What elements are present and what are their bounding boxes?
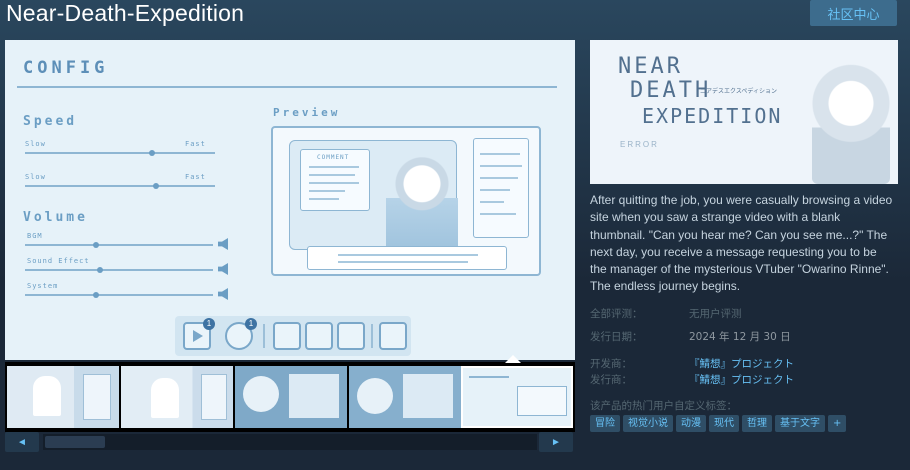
preview-stream-area: COMMENT xyxy=(289,140,458,251)
header-capsule-image: NEAR DEATH EXPEDITION ニアデスエクスペディション ERRO… xyxy=(590,40,898,184)
volume-heading: Volume xyxy=(23,210,88,225)
reviews-label: 全部评测： xyxy=(590,308,643,320)
config-title: CONFIG xyxy=(23,58,109,78)
bgm-label: BGM xyxy=(27,232,43,240)
developer-link[interactable]: 『鯖想』プロジェクト xyxy=(689,356,794,371)
publisher-label: 发行商： xyxy=(590,374,632,386)
slider-knob xyxy=(149,150,155,156)
speaker-icon xyxy=(218,238,228,250)
list-icon xyxy=(273,322,301,350)
thumbnail-scrollbar[interactable]: ◄ ► xyxy=(5,432,575,452)
speed-slow-label-2: Slow xyxy=(25,173,46,181)
speed-slider-1 xyxy=(25,150,215,156)
menu-line xyxy=(480,153,520,155)
tag-adventure[interactable]: 冒险 xyxy=(590,415,620,432)
subtitle-line xyxy=(338,254,478,256)
chat-badge: 1 xyxy=(245,318,257,330)
preview-window: COMMENT xyxy=(271,126,541,276)
tag-anime[interactable]: 动漫 xyxy=(676,415,706,432)
thumbnail-1[interactable] xyxy=(7,366,119,428)
menu-icon xyxy=(379,322,407,350)
release-date: 2024 年 12 月 30 日 xyxy=(689,331,791,343)
system-label: System xyxy=(27,282,59,290)
speed-heading: Speed xyxy=(23,114,78,129)
logo-line-1: NEAR xyxy=(618,54,683,79)
game-title: Near-Death-Expedition xyxy=(6,0,245,26)
slider-knob xyxy=(153,183,159,189)
speaker-icon xyxy=(218,288,228,300)
selected-thumbnail-pointer xyxy=(505,355,521,363)
tag-modern[interactable]: 现代 xyxy=(709,415,739,432)
slider-knob xyxy=(97,267,103,273)
thumbnail-4[interactable] xyxy=(349,366,461,428)
play-badge: 1 xyxy=(203,318,215,330)
publisher-link[interactable]: 『鯖想』プロジェクト xyxy=(689,372,794,387)
menu-line xyxy=(480,177,518,179)
slider-knob xyxy=(93,242,99,248)
menu-line xyxy=(480,165,522,167)
tag-philosophical[interactable]: 哲理 xyxy=(742,415,772,432)
comment-panel: COMMENT xyxy=(300,149,370,211)
release-label: 发行日期： xyxy=(590,331,643,343)
comment-label: COMMENT xyxy=(317,154,350,161)
main-screenshot[interactable]: CONFIG Speed Slow Fast Slow Fast Volume … xyxy=(5,40,575,360)
thumbnail-2[interactable] xyxy=(121,366,233,428)
chat-icon: 1 xyxy=(225,318,257,350)
chevron-up-icon xyxy=(305,322,333,350)
config-divider xyxy=(17,86,557,88)
thumbnail-5-selected[interactable] xyxy=(461,366,573,428)
preview-side-menu xyxy=(473,138,529,238)
tag-text-based[interactable]: 基于文字 xyxy=(775,415,825,432)
speed-slow-label: Slow xyxy=(25,140,46,148)
game-logo: NEAR DEATH EXPEDITION ニアデスエクスペディション xyxy=(594,54,790,144)
tag-visual-novel[interactable]: 视觉小说 xyxy=(623,415,673,432)
play-icon: 1 xyxy=(183,318,215,350)
thumbnail-strip xyxy=(5,362,575,432)
toolbar-separator xyxy=(263,324,265,348)
speed-slider-2 xyxy=(25,183,215,189)
menu-line xyxy=(480,213,516,215)
comment-line xyxy=(309,174,355,176)
comment-line xyxy=(309,190,345,192)
toolbar-separator xyxy=(371,324,373,348)
game-description: After quitting the job, you were casuall… xyxy=(590,193,893,294)
add-tag-button[interactable]: + xyxy=(828,415,847,432)
community-hub-button[interactable]: 社区中心 xyxy=(810,0,897,26)
menu-line xyxy=(480,189,510,191)
developer-label: 开发商： xyxy=(590,358,632,370)
logo-line-3: EXPEDITION xyxy=(642,104,783,128)
system-slider xyxy=(25,292,213,298)
logo-subtext: ニアデスエクスペディション xyxy=(700,89,777,95)
slider-knob xyxy=(93,292,99,298)
vtuber-character-art xyxy=(812,58,890,184)
chevron-down-icon xyxy=(337,322,365,350)
scroll-left-button[interactable]: ◄ xyxy=(5,432,39,452)
preview-heading: Preview xyxy=(273,106,341,119)
tags-label: 该产品的热门用户自定义标签： xyxy=(590,400,737,412)
scroll-track[interactable] xyxy=(43,434,537,450)
sound-effect-label: Sound Effect xyxy=(27,257,90,265)
comment-line xyxy=(309,166,359,168)
comment-line xyxy=(309,182,359,184)
reviews-value: 无用户评测 xyxy=(689,308,742,320)
vtuber-character-image xyxy=(386,155,458,251)
preview-subtitle-bar xyxy=(307,246,507,270)
tag-list: 冒险 视觉小说 动漫 现代 哲理 基于文字 + xyxy=(590,415,847,433)
thumbnail-3[interactable] xyxy=(235,366,347,428)
bgm-slider xyxy=(25,242,213,248)
subtitle-line xyxy=(338,261,468,263)
error-label: ERROR xyxy=(620,140,659,149)
speed-fast-label-2: Fast xyxy=(185,173,206,181)
speed-fast-label: Fast xyxy=(185,140,206,148)
speaker-icon xyxy=(218,263,228,275)
scroll-thumb[interactable] xyxy=(45,436,105,448)
screenshot-toolbar: 1 1 xyxy=(175,316,411,356)
sound-effect-slider xyxy=(25,267,213,273)
menu-line xyxy=(480,201,504,203)
comment-line xyxy=(309,198,339,200)
scroll-right-button[interactable]: ► xyxy=(539,432,573,452)
